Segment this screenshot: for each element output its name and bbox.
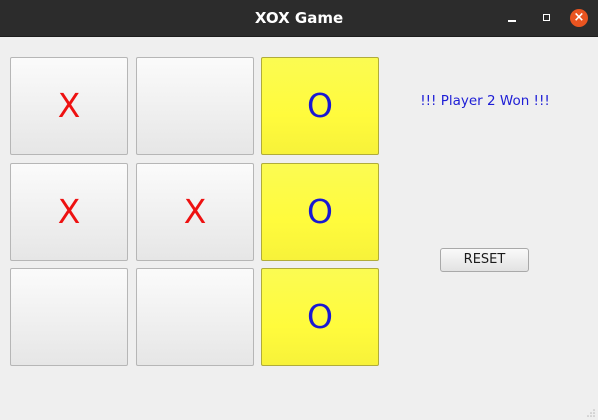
board-cell-r2c2[interactable]: X bbox=[136, 163, 254, 261]
cell-mark: O bbox=[307, 86, 333, 125]
board-cell-r3c3[interactable]: O bbox=[261, 268, 379, 366]
cell-mark: X bbox=[57, 192, 81, 231]
close-icon: × bbox=[573, 10, 585, 25]
close-button[interactable]: × bbox=[570, 9, 588, 27]
board-cell-r3c1[interactable] bbox=[10, 268, 128, 366]
minimize-button[interactable] bbox=[503, 9, 521, 27]
cell-mark: O bbox=[307, 297, 333, 336]
board-cell-r1c1[interactable]: X bbox=[10, 57, 128, 155]
board-cell-r1c3[interactable]: O bbox=[261, 57, 379, 155]
minimize-icon bbox=[508, 20, 516, 22]
window-titlebar[interactable]: XOX Game × bbox=[0, 0, 598, 37]
game-board: X O X X O O bbox=[10, 57, 381, 368]
board-cell-r2c1[interactable]: X bbox=[10, 163, 128, 261]
maximize-button[interactable] bbox=[537, 9, 555, 27]
board-cell-r1c2[interactable] bbox=[136, 57, 254, 155]
maximize-icon bbox=[542, 13, 550, 21]
board-cell-r2c3[interactable]: O bbox=[261, 163, 379, 261]
game-status-message: !!! Player 2 Won !!! bbox=[420, 93, 550, 109]
board-cell-r3c2[interactable] bbox=[136, 268, 254, 366]
resize-grip-icon[interactable] bbox=[586, 408, 596, 418]
cell-mark: X bbox=[183, 192, 207, 231]
cell-mark: X bbox=[57, 86, 81, 125]
cell-mark: O bbox=[307, 192, 333, 231]
reset-button[interactable]: RESET bbox=[440, 248, 529, 272]
